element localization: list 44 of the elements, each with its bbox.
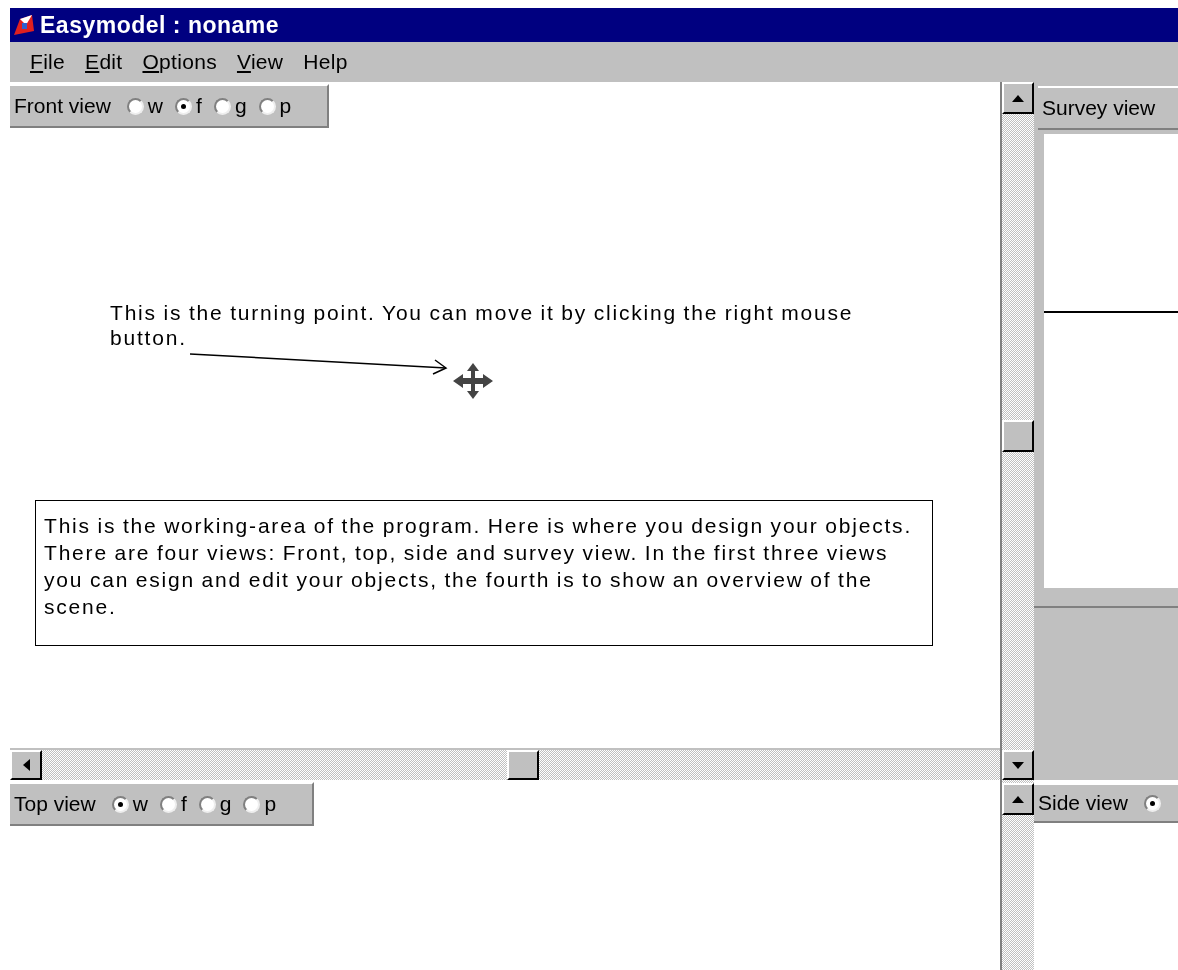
- radio-label: f: [196, 94, 202, 118]
- view-label: Top view: [14, 792, 96, 816]
- view-label: Front view: [14, 94, 111, 118]
- horizontal-scrollbar[interactable]: [10, 748, 1000, 780]
- radio-label: w: [132, 792, 148, 816]
- menu-item[interactable]: Options: [133, 48, 226, 76]
- scroll-thumb[interactable]: [1002, 420, 1034, 452]
- scroll-up-button[interactable]: [1002, 82, 1034, 114]
- radio-button[interactable]: [213, 97, 231, 115]
- down-arrow-icon: [1012, 761, 1024, 769]
- radio-label: p: [279, 94, 292, 118]
- radio-label: p: [264, 792, 277, 816]
- scroll-down-button[interactable]: [1002, 750, 1034, 780]
- radio-button[interactable]: [198, 795, 216, 813]
- radio-button[interactable]: [159, 795, 177, 813]
- menu-item[interactable]: File: [22, 48, 75, 76]
- radio-button[interactable]: [111, 795, 129, 813]
- note-text: This is the working-area of the program. Here is where you design your objects. There are four views: Front, top, side and survey view. In the first three views you can esign and edit your objects, the fourth is to show an overview of the scene.: [35, 500, 933, 646]
- up-arrow-icon: [1012, 795, 1024, 803]
- scroll-thumb[interactable]: [507, 750, 539, 780]
- radio-label: g: [234, 94, 247, 118]
- radio-label: g: [219, 792, 232, 816]
- radio-label: w: [147, 94, 164, 118]
- radio-button[interactable]: [1143, 794, 1161, 812]
- up-arrow-icon: [1012, 94, 1024, 102]
- vertical-scrollbar[interactable]: [1000, 780, 1034, 970]
- view-label: Survey view: [1042, 96, 1156, 120]
- radio-button[interactable]: [126, 97, 144, 115]
- radio-label: f: [180, 792, 187, 816]
- move-cursor-icon: [452, 362, 494, 400]
- scroll-left-button[interactable]: [10, 750, 42, 780]
- menu-item[interactable]: View: [227, 48, 293, 76]
- radio-button[interactable]: [258, 97, 276, 115]
- scroll-up-button[interactable]: [1002, 783, 1034, 815]
- app-icon: [12, 13, 36, 37]
- vertical-scrollbar[interactable]: [1000, 82, 1034, 780]
- menu-item[interactable]: Edit: [76, 48, 132, 76]
- menu-item[interactable]: Help: [294, 48, 357, 76]
- window-title: Easymodel : noname: [40, 11, 280, 39]
- callout-text: This is the turning point. You can move it by clicking the right mouse button.: [110, 300, 855, 350]
- left-arrow-icon: [22, 759, 30, 771]
- radio-button[interactable]: [243, 795, 261, 813]
- radio-button[interactable]: [175, 97, 193, 115]
- view-label: Side view: [1038, 791, 1128, 815]
